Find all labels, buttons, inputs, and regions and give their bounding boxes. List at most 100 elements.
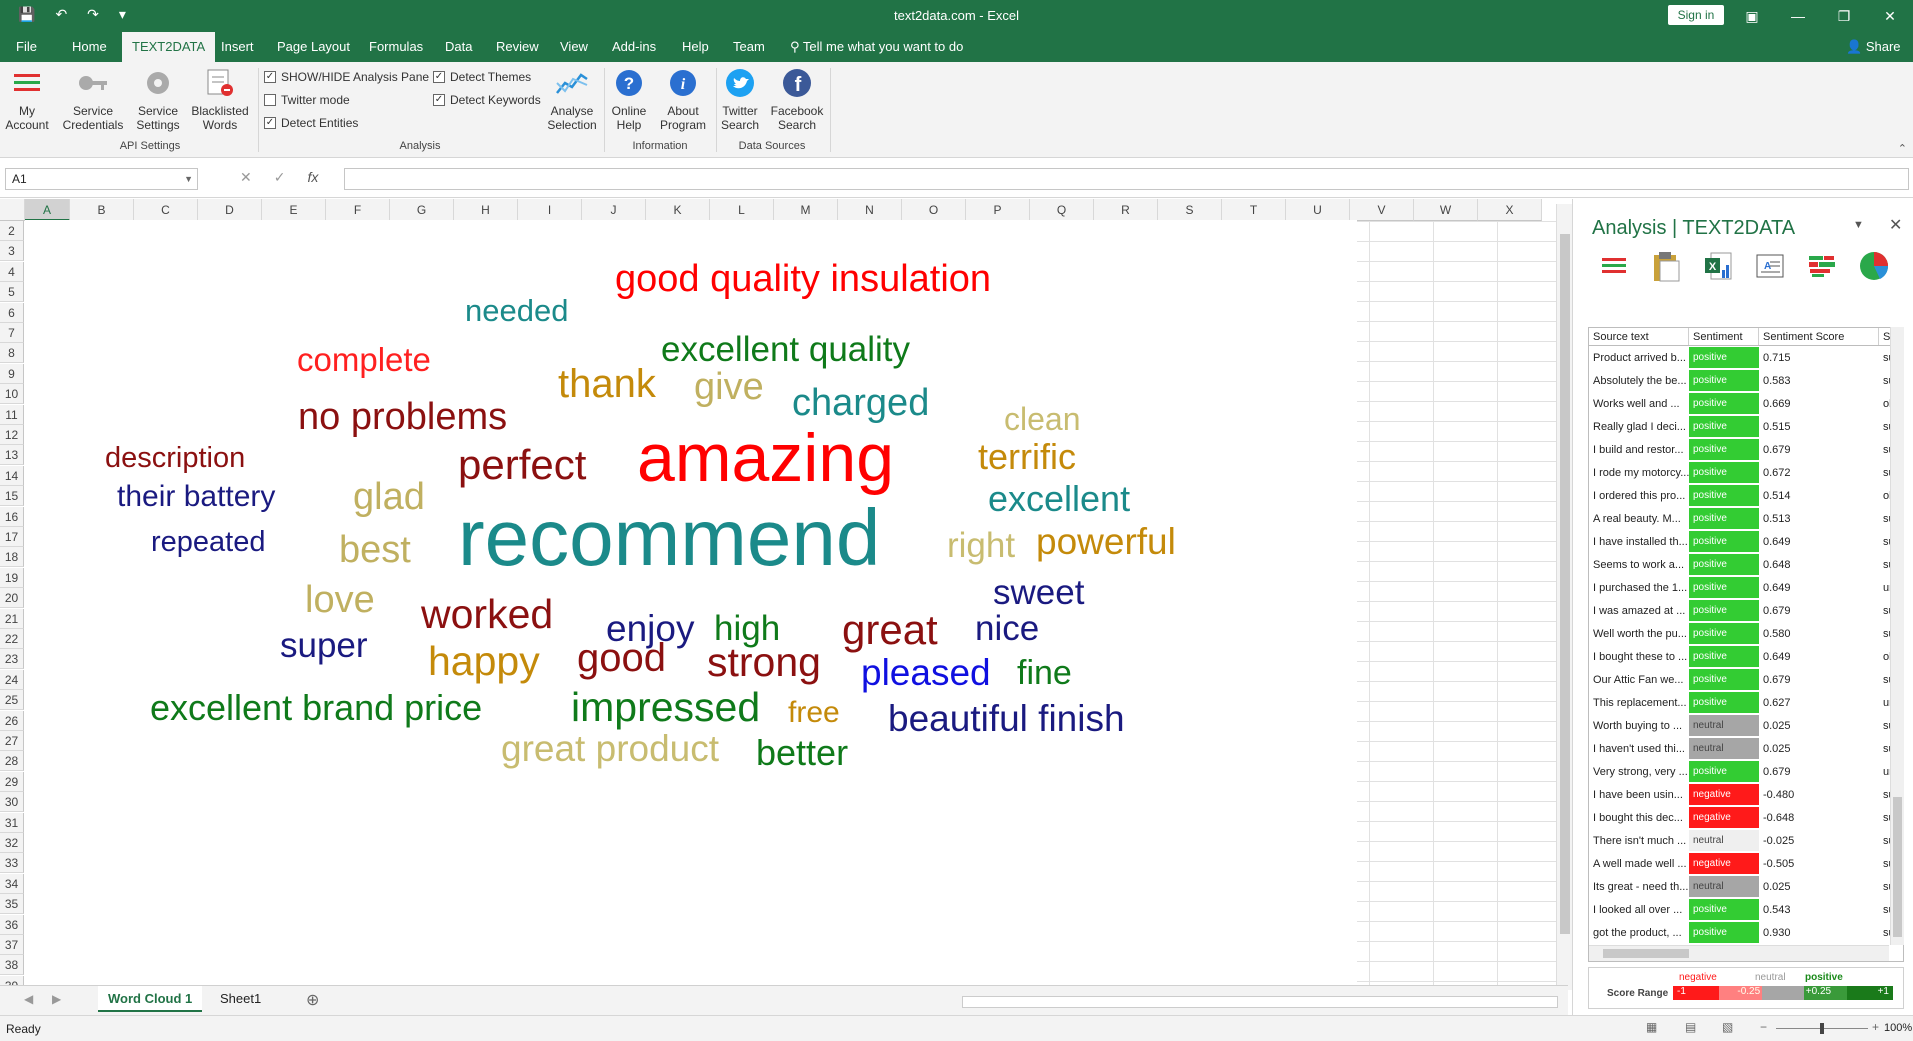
sheet-tab-sheet1[interactable]: Sheet1 — [210, 986, 271, 1012]
row-header[interactable]: 27 — [0, 731, 24, 751]
table-row[interactable]: Worth buying to ...neutral0.025sub — [1589, 714, 1903, 737]
column-header[interactable]: J — [582, 199, 646, 221]
row-header[interactable]: 33 — [0, 853, 24, 874]
scroll-right-icon[interactable]: ▶ — [52, 992, 61, 1006]
scroll-thumb[interactable] — [1560, 234, 1570, 934]
row-header[interactable]: 18 — [0, 547, 24, 568]
column-header[interactable]: X — [1478, 199, 1542, 221]
table-row[interactable]: Well worth the pu...positive0.580sub — [1589, 622, 1903, 645]
table-row[interactable]: I have installed th...positive0.649sub — [1589, 530, 1903, 553]
vertical-scrollbar[interactable] — [1556, 204, 1572, 990]
table-row[interactable]: There isn't much ...neutral-0.025sub — [1589, 829, 1903, 852]
zoom-level[interactable]: 100% — [1884, 1022, 1912, 1034]
row-header[interactable]: 20 — [0, 588, 24, 609]
tab-view[interactable]: View — [560, 32, 588, 62]
row-header[interactable]: 16 — [0, 506, 24, 527]
table-row[interactable]: Product arrived b...positive0.715sub — [1589, 346, 1903, 369]
column-header[interactable]: M — [774, 199, 838, 221]
page-break-view-icon[interactable]: ▧ — [1722, 1020, 1733, 1034]
table-row[interactable]: Works well and ...positive0.669obj — [1589, 392, 1903, 415]
chevron-down-icon[interactable]: ▼ — [184, 169, 193, 189]
table-row[interactable]: got the product, ...positive0.930sub — [1589, 921, 1903, 944]
row-header[interactable]: 39 — [0, 975, 24, 985]
column-header[interactable]: R — [1094, 199, 1158, 221]
row-header[interactable]: 3 — [0, 241, 24, 262]
pie-chart-icon[interactable] — [1857, 249, 1891, 283]
insert-function-icon[interactable]: fx — [307, 169, 318, 186]
normal-view-icon[interactable]: ▦ — [1646, 1020, 1657, 1034]
col-sentiment[interactable]: Sentiment — [1689, 328, 1759, 345]
restore-icon[interactable]: ❐ — [1821, 0, 1867, 32]
table-row[interactable]: I ordered this pro...positive0.514obj — [1589, 484, 1903, 507]
zoom-out-icon[interactable]: − — [1760, 1020, 1767, 1034]
sign-in-button[interactable]: Sign in — [1668, 5, 1724, 25]
table-row[interactable]: I was amazed at ...positive0.679sub — [1589, 599, 1903, 622]
collapse-ribbon-icon[interactable]: ⌃ — [1898, 142, 1907, 155]
column-header[interactable]: L — [710, 199, 774, 221]
detect-themes-checkbox[interactable]: ✓ Detect Themes — [433, 70, 531, 84]
row-header[interactable]: 5 — [0, 282, 24, 303]
pane-menu-icon[interactable] — [1597, 249, 1631, 283]
row-header[interactable]: 24 — [0, 669, 24, 690]
column-header[interactable]: F — [326, 199, 390, 221]
row-header[interactable]: 26 — [0, 710, 24, 731]
name-box[interactable]: A1 ▼ — [5, 168, 198, 190]
table-row[interactable]: Very strong, very ...positive0.679unl — [1589, 760, 1903, 783]
row-header[interactable]: 30 — [0, 792, 24, 813]
enter-icon[interactable]: ✓ — [274, 169, 286, 186]
online-help-button[interactable]: ? Online Help — [608, 66, 650, 132]
row-header[interactable]: 11 — [0, 404, 24, 425]
table-vertical-scrollbar[interactable] — [1890, 327, 1904, 945]
tab-review[interactable]: Review — [496, 32, 539, 62]
row-header[interactable]: 35 — [0, 894, 24, 915]
row-header[interactable]: 21 — [0, 608, 24, 629]
tab-home[interactable]: Home — [72, 32, 107, 62]
table-row[interactable]: I looked all over ...positive0.543sub — [1589, 898, 1903, 921]
my-account-button[interactable]: My Account — [4, 66, 50, 132]
column-header[interactable]: B — [70, 199, 134, 221]
table-row[interactable]: I bought this dec...negative-0.648sub — [1589, 806, 1903, 829]
table-row[interactable]: I purchased the 1...positive0.649unl — [1589, 576, 1903, 599]
column-header[interactable]: Q — [1030, 199, 1094, 221]
column-header[interactable]: C — [134, 199, 198, 221]
row-header[interactable]: 34 — [0, 873, 24, 894]
tab-data[interactable]: Data — [445, 32, 472, 62]
clipboard-icon[interactable] — [1649, 249, 1683, 283]
column-header[interactable]: O — [902, 199, 966, 221]
tab-insert[interactable]: Insert — [221, 32, 254, 62]
table-row[interactable]: Its great - need th...neutral0.025sub — [1589, 875, 1903, 898]
table-horizontal-scrollbar[interactable] — [1589, 945, 1889, 961]
col-source-text[interactable]: Source text — [1589, 328, 1689, 345]
table-scroll-thumb[interactable] — [1893, 797, 1902, 937]
table-row[interactable]: I rode my motorcy...positive0.672sub — [1589, 461, 1903, 484]
row-header[interactable]: 25 — [0, 690, 24, 711]
row-header[interactable]: 12 — [0, 425, 24, 445]
column-header[interactable]: P — [966, 199, 1030, 221]
scroll-left-icon[interactable]: ◀ — [24, 992, 33, 1006]
table-row[interactable]: I bought these to ...positive0.649obj — [1589, 645, 1903, 668]
tab-page-layout[interactable]: Page Layout — [277, 32, 350, 62]
tab-text2data[interactable]: TEXT2DATA — [122, 32, 216, 62]
blacklisted-words-button[interactable]: Blacklisted Words — [190, 66, 250, 132]
page-layout-view-icon[interactable]: ▤ — [1685, 1020, 1696, 1034]
row-header[interactable]: 9 — [0, 363, 24, 384]
column-header[interactable]: S — [1158, 199, 1222, 221]
horizontal-scrollbar[interactable] — [962, 996, 1558, 1008]
close-pane-icon[interactable]: ✕ — [1889, 215, 1902, 235]
table-row[interactable]: I haven't used thi...neutral0.025sub — [1589, 737, 1903, 760]
excel-export-icon[interactable]: X — [1701, 249, 1735, 283]
row-header[interactable]: 29 — [0, 771, 24, 792]
row-header[interactable]: 14 — [0, 465, 24, 486]
table-hscroll-thumb[interactable] — [1603, 949, 1689, 958]
row-header[interactable]: 10 — [0, 384, 24, 405]
row-header[interactable]: 37 — [0, 935, 24, 955]
twitter-search-button[interactable]: Twitter Search — [718, 66, 762, 132]
row-header[interactable]: 36 — [0, 914, 24, 935]
twitter-mode-checkbox[interactable]: Twitter mode — [264, 93, 350, 107]
formula-input[interactable] — [344, 168, 1909, 190]
tab-formulas[interactable]: Formulas — [369, 32, 423, 62]
column-header[interactable]: G — [390, 199, 454, 221]
column-header[interactable]: V — [1350, 199, 1414, 221]
column-header[interactable]: K — [646, 199, 710, 221]
sheet-tab-word-cloud-1[interactable]: Word Cloud 1 — [98, 986, 203, 1012]
